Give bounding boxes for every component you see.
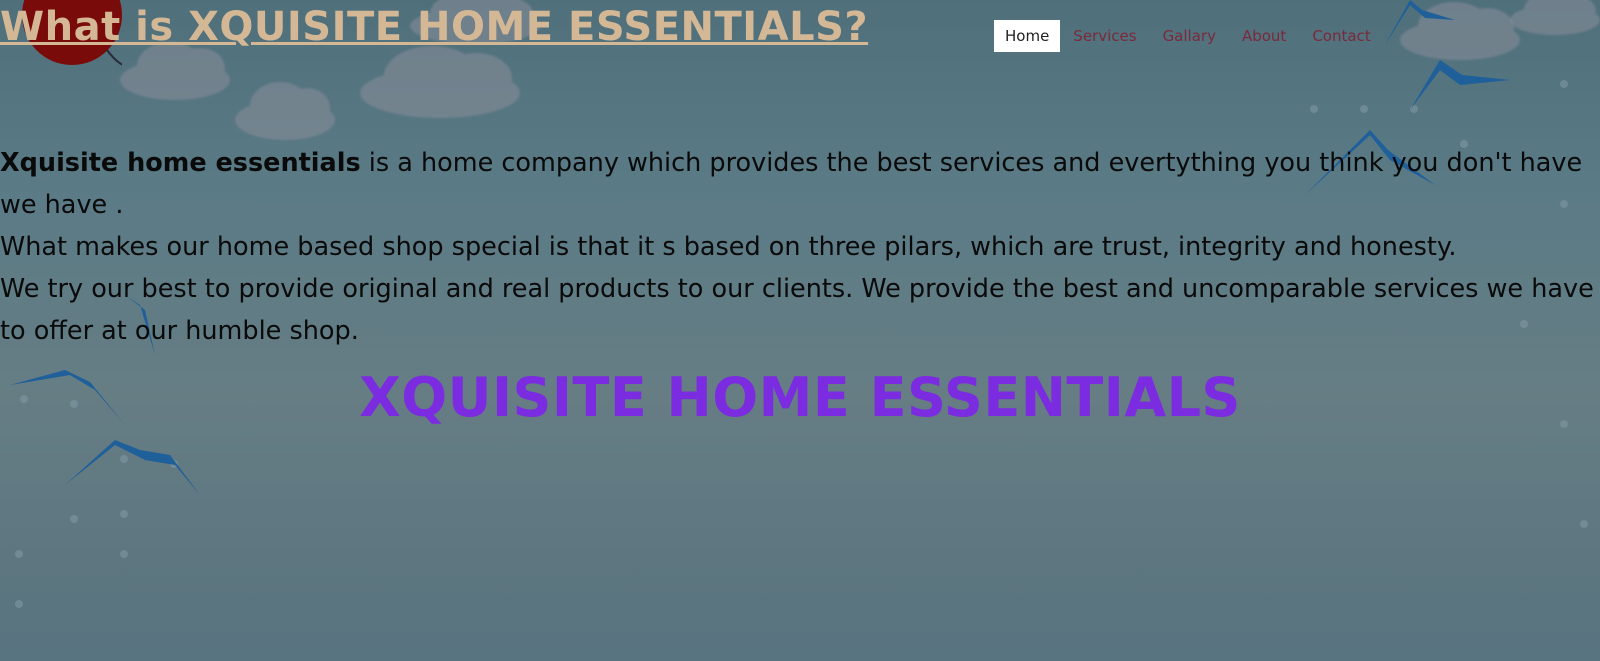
cloud-icon bbox=[120, 42, 230, 100]
cloud-icon bbox=[235, 82, 335, 140]
main-nav: Home Services Gallary About Contact bbox=[994, 20, 1384, 52]
nav-item-contact[interactable]: Contact bbox=[1299, 20, 1383, 52]
intro-sentence-3: We try our best to provide original and … bbox=[0, 274, 1594, 346]
cloud-icon bbox=[1510, 0, 1600, 35]
bird-icon bbox=[1385, 0, 1455, 45]
intro-sentence-2: What makes our home based shop special i… bbox=[0, 232, 1457, 262]
bird-icon bbox=[1410, 60, 1510, 110]
company-name-bold: Xquisite home essentials bbox=[0, 148, 361, 178]
nav-item-gallary[interactable]: Gallary bbox=[1150, 20, 1229, 52]
page-title: What is XQUISITE HOME ESSENTIALS? bbox=[0, 4, 869, 50]
nav-item-services[interactable]: Services bbox=[1060, 20, 1149, 52]
nav-item-home[interactable]: Home bbox=[994, 20, 1061, 52]
nav-item-about[interactable]: About bbox=[1229, 20, 1299, 52]
cloud-icon bbox=[360, 45, 520, 118]
brand-banner: XQUISITE HOME ESSENTIALS bbox=[359, 366, 1241, 429]
intro-paragraph: Xquisite home essentials is a home compa… bbox=[0, 142, 1598, 352]
bird-icon bbox=[65, 440, 200, 495]
